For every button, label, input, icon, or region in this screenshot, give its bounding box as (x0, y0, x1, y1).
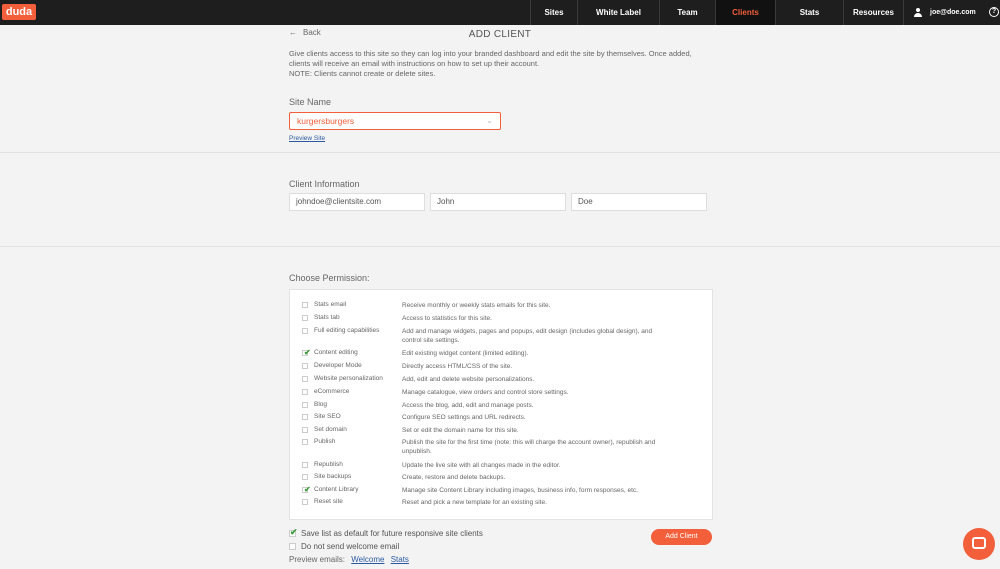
nav-sites[interactable]: Sites (530, 0, 577, 25)
permission-name: Developer Mode (314, 362, 362, 369)
permission-checkbox[interactable] (302, 302, 308, 308)
permission-name: Content editing (314, 349, 358, 356)
nav-white-label[interactable]: White Label (577, 0, 659, 25)
permission-desc: Add and manage widgets, pages and popups… (402, 328, 653, 344)
page-description: Give clients access to this site so they… (289, 49, 719, 79)
permission-desc: Reset and pick a new template for an exi… (402, 499, 547, 506)
checkmark-icon: ✔ (304, 485, 311, 494)
permission-desc: Create, restore and delete backups. (402, 474, 506, 481)
permission-desc: Directly access HTML/CSS of the site. (402, 363, 513, 370)
permission-desc: Add, edit and delete website personaliza… (402, 376, 535, 383)
permission-desc: Manage site Content Library including im… (402, 487, 638, 494)
preview-emails-label: Preview emails: (289, 555, 346, 564)
permission-name: Full editing capabilities (314, 327, 380, 334)
preview-emails: Preview emails: Welcome Stats (289, 555, 409, 564)
description-line-2: clients will receive an email with instr… (289, 59, 540, 68)
permission-checkbox[interactable] (302, 439, 308, 445)
add-client-button[interactable]: Add Client (651, 529, 712, 545)
permission-checkbox[interactable] (302, 462, 308, 468)
page-title: ADD CLIENT (468, 29, 532, 40)
nav-clients[interactable]: Clients (715, 0, 775, 25)
permission-name: Blog (314, 401, 328, 408)
checkmark-icon: ✔ (290, 527, 298, 538)
permission-checkbox[interactable]: ✔ (302, 485, 311, 494)
permission-name: Set domain (314, 426, 347, 433)
save-default-checkbox[interactable]: ✔ (289, 527, 298, 538)
permission-checkbox[interactable] (302, 363, 308, 369)
site-name-label: Site Name (289, 97, 332, 107)
preview-welcome-link[interactable]: Welcome (351, 555, 384, 564)
user-icon (914, 8, 922, 17)
permission-desc: Set or edit the domain name for this sit… (402, 427, 519, 434)
chevron-down-icon: ⌄ (486, 116, 493, 125)
permission-checkbox[interactable] (302, 389, 308, 395)
checkmark-icon: ✔ (304, 348, 311, 357)
divider (0, 152, 1000, 153)
permission-desc: Receive monthly or weekly stats emails f… (402, 302, 551, 309)
site-name-select[interactable]: kurgersburgers ⌄ (289, 112, 501, 130)
no-welcome-option[interactable]: Do not send welcome email (289, 542, 399, 551)
client-last-name-field[interactable]: Doe (571, 193, 707, 211)
save-default-option[interactable]: ✔ Save list as default for future respons… (289, 527, 483, 538)
permission-name: Reset site (314, 498, 343, 505)
user-email: joe@doe.com (930, 9, 976, 16)
description-line-3: NOTE: Clients cannot create or delete si… (289, 69, 436, 78)
permission-desc: Access to statistics for this site. (402, 315, 492, 322)
duda-logo[interactable]: duda (2, 4, 36, 20)
help-icon[interactable]: ? (989, 7, 999, 17)
nav-stats[interactable]: Stats (775, 0, 843, 25)
divider (0, 246, 1000, 247)
permission-checkbox[interactable] (302, 376, 308, 382)
client-email-field[interactable]: johndoe@clientsite.com (289, 193, 425, 211)
back-label: Back (303, 28, 321, 37)
chat-icon (972, 537, 986, 549)
site-name-value: kurgersburgers (297, 116, 355, 126)
permission-checkbox[interactable] (302, 499, 308, 505)
chat-button[interactable] (963, 528, 995, 560)
permission-desc: Publish the site for the first time (not… (402, 439, 656, 455)
permission-checkbox[interactable] (302, 315, 308, 321)
permission-desc: Access the blog, add, edit and manage po… (402, 402, 534, 409)
permission-desc: Manage catalogue, view orders and contro… (402, 389, 569, 396)
permission-name: Stats email (314, 301, 347, 308)
permission-desc: Edit existing widget content (limited ed… (402, 350, 529, 357)
save-default-label: Save list as default for future responsi… (301, 529, 483, 538)
permission-checkbox[interactable] (302, 328, 308, 334)
permission-desc: Update the live site with all changes ma… (402, 462, 561, 469)
permission-checkbox[interactable]: ✔ (302, 348, 311, 357)
permission-name: Website personalization (314, 375, 383, 382)
permission-desc: Configure SEO settings and URL redirects… (402, 414, 526, 421)
nav-team[interactable]: Team (659, 0, 715, 25)
permission-checkbox[interactable] (302, 402, 308, 408)
permission-checkbox[interactable] (302, 474, 308, 480)
permission-name: Stats tab (314, 314, 340, 321)
no-welcome-checkbox[interactable] (289, 543, 296, 551)
permission-name: Site backups (314, 473, 352, 480)
preview-site-link[interactable]: Preview Site (289, 135, 325, 142)
no-welcome-label: Do not send welcome email (301, 542, 400, 551)
top-nav: duda Sites White Label Team Clients Stat… (0, 0, 1000, 25)
permissions-list: Stats email Receive monthly or weekly st… (289, 289, 713, 520)
permission-checkbox[interactable] (302, 414, 308, 420)
permission-checkbox[interactable] (302, 427, 308, 433)
arrow-left-icon: ← (289, 28, 297, 37)
back-link[interactable]: ← Back (289, 28, 321, 37)
user-menu[interactable]: joe@doe.com (903, 0, 983, 25)
client-info-label: Client Information (289, 179, 360, 189)
nav-resources[interactable]: Resources (843, 0, 903, 25)
permission-name: Content Library (314, 486, 359, 493)
choose-permission-label: Choose Permission: (289, 273, 370, 283)
client-first-name-field[interactable]: John (430, 193, 566, 211)
permission-name: eCommerce (314, 388, 350, 395)
permission-name: Publish (314, 438, 336, 445)
permission-name: Site SEO (314, 413, 341, 420)
description-line-1: Give clients access to this site so they… (289, 49, 692, 58)
preview-stats-link[interactable]: Stats (391, 555, 409, 564)
permission-name: Republish (314, 461, 343, 468)
